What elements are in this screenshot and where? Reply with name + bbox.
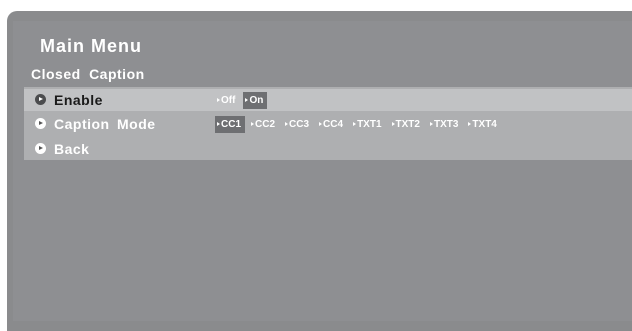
menu-item-label: Enable [54,92,103,108]
menu-subtitle: Closed Caption [31,66,145,82]
play-circle-icon [35,118,46,129]
menu-item-caption-mode[interactable]: Caption Mode CC1 CC2 CC3 CC4 TXT1 TXT2 T… [24,113,632,135]
triangle-right-icon [353,122,357,126]
menu-items-band: Enable Off On Caption Mode CC1 CC2 CC3 C… [24,87,632,160]
caption-mode-options: CC1 CC2 CC3 CC4 TXT1 TXT2 TXT3 TXT4 [215,116,501,133]
triangle-right-icon [429,122,433,126]
option-txt4[interactable]: TXT4 [466,116,500,133]
triangle-right-icon [319,122,323,126]
menu-item-enable[interactable]: Enable Off On [24,89,632,111]
triangle-right-icon [468,122,472,126]
option-cc1[interactable]: CC1 [215,116,246,133]
play-circle-icon [35,94,46,105]
menu-title: Main Menu [40,36,142,56]
triangle-right-icon [251,122,255,126]
play-circle-icon [35,143,46,154]
triangle-right-icon [245,98,249,102]
triangle-right-icon [391,122,395,126]
menu-item-label: Back [54,141,90,157]
triangle-right-icon [285,122,289,126]
option-txt3[interactable]: TXT3 [428,116,462,133]
triangle-right-icon [217,98,220,102]
enable-options: Off On [215,92,268,109]
option-cc3[interactable]: CC3 [283,116,313,133]
triangle-right-icon [217,122,220,126]
option-txt2[interactable]: TXT2 [390,116,424,133]
option-cc2[interactable]: CC2 [249,116,279,133]
option-cc4[interactable]: CC4 [317,116,347,133]
menu-item-back[interactable]: Back [24,138,632,160]
option-txt1[interactable]: TXT1 [351,116,385,133]
option-on[interactable]: On [243,92,268,109]
menu-item-label: Caption Mode [54,116,156,132]
option-off[interactable]: Off [215,92,239,109]
